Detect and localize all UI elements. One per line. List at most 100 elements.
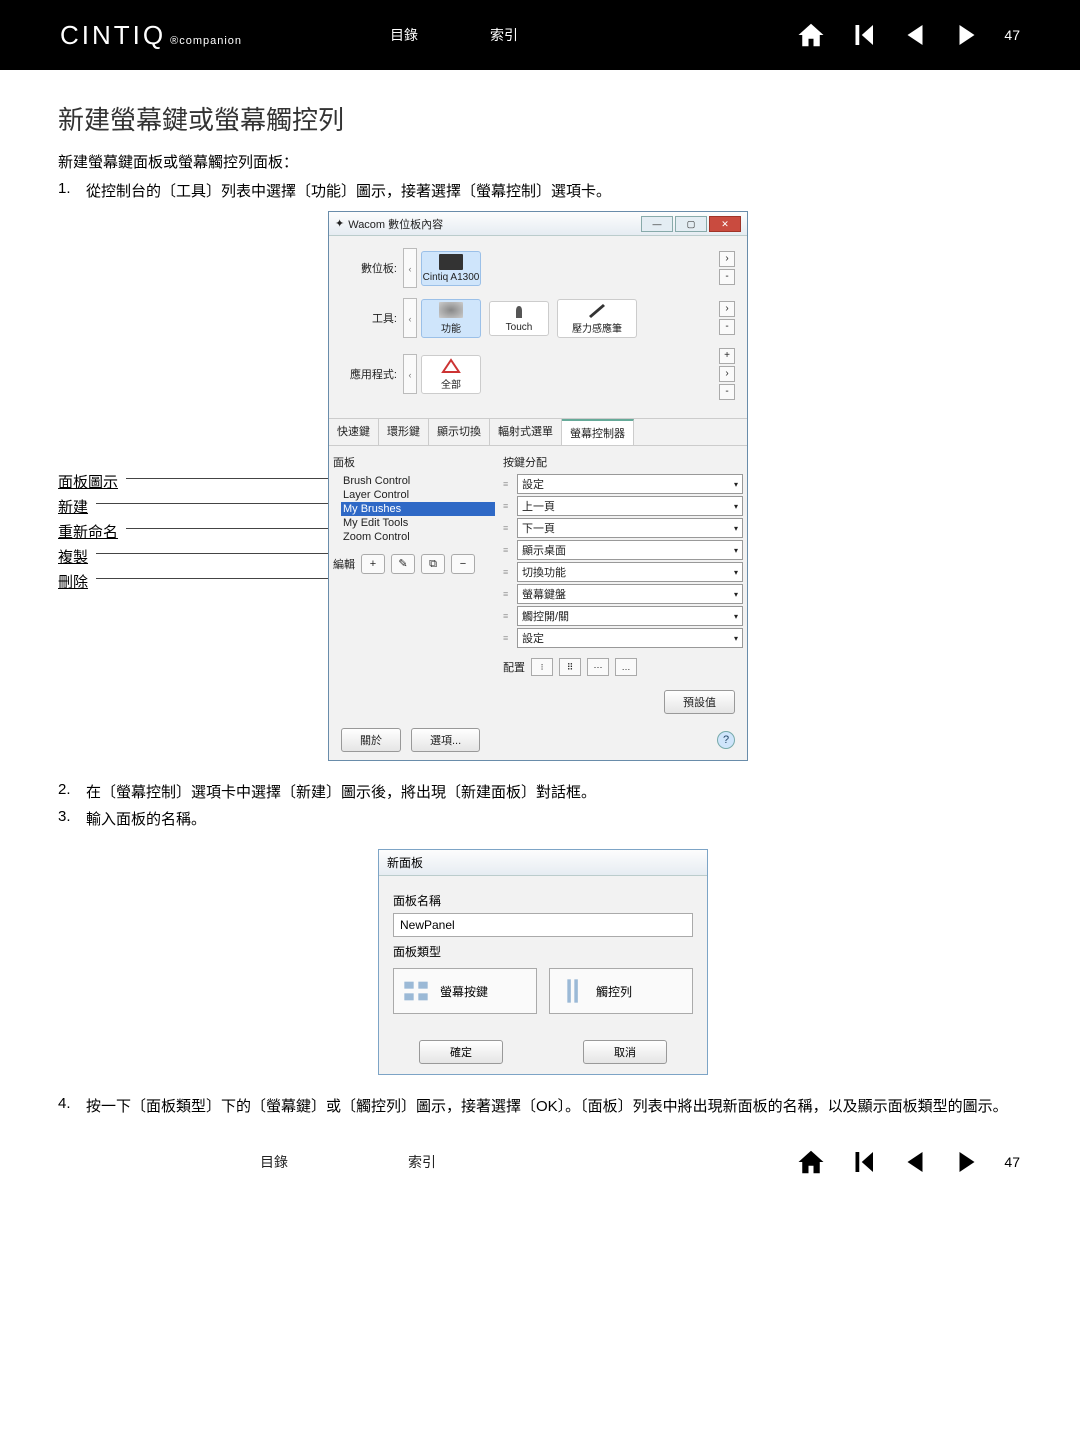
chevron-down-icon: ▾ [734,568,738,577]
index-link[interactable]: 索引 [490,25,518,45]
layout-more-button[interactable]: … [615,658,637,676]
list-item-selected[interactable]: My Brushes [341,502,495,516]
maximize-button[interactable]: ▢ [675,216,707,232]
new-panel-button[interactable]: + [361,554,385,574]
step-3: 3. 輸入面板的名稱。 [58,808,1022,829]
page-number-bottom: 47 [1004,1154,1020,1170]
assignment-dropdown[interactable]: 設定▾ [517,628,743,648]
ok-button[interactable]: 確定 [419,1040,503,1064]
assignment-dropdown[interactable]: 觸控開/關▾ [517,606,743,626]
tab-radial[interactable]: 輻射式選單 [490,419,562,445]
scroll-left-icon[interactable]: ‹ [403,354,417,394]
chevron-down-icon: ▾ [734,590,738,599]
panel-list[interactable]: Brush Control Layer Control My Brushes M… [333,474,503,544]
drag-handle-icon[interactable]: ≡ [503,611,517,621]
scroll-right-icon[interactable]: › [719,301,735,317]
first-page-icon[interactable] [848,20,878,50]
panel-name-label: 面板名稱 [393,892,693,909]
screenkeys-icon [402,977,430,1005]
label-rename: 重新命名 [58,521,328,542]
wacom-window: ✦ Wacom 數位板內容 — ▢ ✕ 數位板: ‹ Cintiq A1300 [328,211,748,761]
drag-handle-icon[interactable]: ≡ [503,479,517,489]
first-page-icon[interactable] [848,1147,878,1177]
page-number-top: 47 [1004,27,1020,43]
cancel-button[interactable]: 取消 [583,1040,667,1064]
footer-toc-link[interactable]: 目錄 [260,1152,288,1172]
layout-2col-button[interactable]: ⠿ [559,658,581,676]
tablet-device[interactable]: Cintiq A1300 [421,251,481,286]
app-all[interactable]: 全部 [421,355,481,394]
tool-label: 工具: [341,310,397,326]
layout-row-button[interactable]: ⋯ [587,658,609,676]
touchstrip-icon [558,977,586,1005]
remove-tablet-button[interactable]: - [719,269,735,285]
help-icon[interactable]: ? [717,731,735,749]
about-button[interactable]: 關於 [341,728,401,752]
home-icon[interactable] [796,1147,826,1177]
drag-handle-icon[interactable]: ≡ [503,545,517,555]
step-4: 4. 按一下〔面板類型〕下的〔螢幕鍵〕或〔觸控列〕圖示，接著選擇〔OK〕。〔面板… [58,1095,1022,1116]
prev-page-icon[interactable] [900,1147,930,1177]
options-button[interactable]: 選項... [411,728,480,752]
next-page-icon[interactable] [952,20,982,50]
next-page-icon[interactable] [952,1147,982,1177]
tab-onscreen[interactable]: 螢幕控制器 [562,419,634,445]
scroll-right-icon[interactable]: › [719,251,735,267]
tab-ring[interactable]: 環形鍵 [379,419,429,445]
layout-1col-button[interactable]: ⁝ [531,658,553,676]
assignment-dropdown[interactable]: 螢幕鍵盤▾ [517,584,743,604]
scroll-left-icon[interactable]: ‹ [403,298,417,338]
assignment-dropdown[interactable]: 顯示桌面▾ [517,540,743,560]
panel-type-label: 面板類型 [393,943,693,960]
default-button[interactable]: 預設值 [664,690,735,714]
delete-panel-button[interactable]: − [451,554,475,574]
nav-icons: 47 [796,20,1020,50]
tool-pen[interactable]: 壓力感應筆 [557,299,637,338]
panel-name-input[interactable] [393,913,693,937]
minimize-button[interactable]: — [641,216,673,232]
list-item[interactable]: My Edit Tools [341,516,495,530]
intro-text: 新建螢幕鍵面板或螢幕觸控列面板： [58,151,1022,172]
panel-type-touchstrip[interactable]: 觸控列 [549,968,693,1014]
add-app-button[interactable]: + [719,348,735,364]
window-title: Wacom 數位板內容 [348,216,639,232]
list-item[interactable]: Zoom Control [341,530,495,544]
tool-touch[interactable]: Touch [489,301,549,336]
list-item[interactable]: Brush Control [341,474,495,488]
chevron-down-icon: ▾ [734,612,738,621]
copy-panel-button[interactable]: ⧉ [421,554,445,574]
close-button[interactable]: ✕ [709,216,741,232]
drag-handle-icon[interactable]: ≡ [503,567,517,577]
prev-page-icon[interactable] [900,20,930,50]
all-apps-icon [439,358,463,374]
tab-express[interactable]: 快速鍵 [329,419,379,445]
tool-functions[interactable]: 功能 [421,299,481,338]
assignment-dropdown[interactable]: 設定▾ [517,474,743,494]
tool-row: 工具: ‹ 功能 Touch 壓力感應筆 [341,298,735,338]
assignment-dropdown[interactable]: 切換功能▾ [517,562,743,582]
label-new: 新建 [58,496,328,517]
remove-tool-button[interactable]: - [719,319,735,335]
rename-panel-button[interactable]: ✎ [391,554,415,574]
home-icon[interactable] [796,20,826,50]
logo-main: CINTIQ [60,20,166,51]
drag-handle-icon[interactable]: ≡ [503,523,517,533]
assignment-dropdown[interactable]: 上一頁▾ [517,496,743,516]
remove-app-button[interactable]: - [719,384,735,400]
assign-title: 按鍵分配 [503,454,743,470]
panel-type-screenkeys[interactable]: 螢幕按鍵 [393,968,537,1014]
drag-handle-icon[interactable]: ≡ [503,589,517,599]
tab-display[interactable]: 顯示切換 [429,419,490,445]
step-2-text: 在〔螢幕控制〕選項卡中選擇〔新建〕圖示後，將出現〔新建面板〕對話框。 [86,781,1022,802]
scroll-right-icon[interactable]: › [719,366,735,382]
tablet-row: 數位板: ‹ Cintiq A1300 ›- [341,248,735,288]
drag-handle-icon[interactable]: ≡ [503,633,517,643]
toc-link[interactable]: 目錄 [390,25,418,45]
footer-index-link[interactable]: 索引 [408,1152,436,1172]
drag-handle-icon[interactable]: ≡ [503,501,517,511]
assignment-dropdown[interactable]: 下一頁▾ [517,518,743,538]
list-item[interactable]: Layer Control [341,488,495,502]
step-4-num: 4. [58,1095,86,1116]
chevron-down-icon: ▾ [734,524,738,533]
scroll-left-icon[interactable]: ‹ [403,248,417,288]
